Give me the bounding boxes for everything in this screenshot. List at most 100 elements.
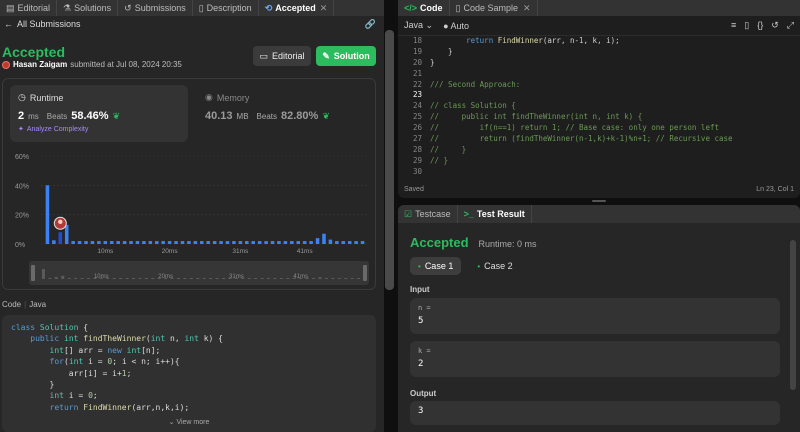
expand-icon[interactable]: ⤢: [787, 20, 794, 31]
histogram-bar[interactable]: [225, 241, 230, 244]
scrubber-left-handle[interactable]: [31, 265, 35, 281]
editor-line[interactable]: 21: [398, 69, 800, 80]
braces-icon[interactable]: {}: [757, 20, 763, 31]
editor-line[interactable]: 29 // }: [398, 156, 800, 167]
auto-mode[interactable]: ● Auto: [443, 21, 469, 31]
tab-submissions[interactable]: ↺ Submissions: [118, 0, 193, 16]
scrubber-right-handle[interactable]: [363, 265, 367, 281]
language-select[interactable]: Java ⌄: [404, 20, 433, 31]
histogram-bar[interactable]: [142, 241, 146, 244]
histogram-bar[interactable]: [347, 241, 352, 244]
histogram-bar[interactable]: [84, 241, 88, 244]
histogram-bar[interactable]: [77, 241, 82, 244]
histogram-bar[interactable]: [161, 241, 165, 244]
histogram-bar[interactable]: [90, 241, 95, 244]
case-1-tab[interactable]: • Case 1: [410, 257, 462, 275]
right-scrollbar[interactable]: [790, 240, 796, 390]
histogram-bar[interactable]: [154, 241, 159, 244]
histogram-bar[interactable]: [58, 232, 63, 244]
histogram-bar[interactable]: [135, 241, 140, 244]
tab-code[interactable]: </> Code: [398, 0, 450, 16]
chart-range-scrubber[interactable]: 10ms 20ms 31ms 41ms: [29, 261, 369, 285]
histogram-bar[interactable]: [328, 239, 333, 244]
editor-line[interactable]: 23: [398, 90, 800, 101]
tab-testcase[interactable]: ☑ Testcase: [398, 205, 458, 223]
bookmark-icon[interactable]: ▯: [744, 20, 749, 31]
editorial-button[interactable]: ▭ Editorial: [253, 46, 311, 66]
histogram-bar[interactable]: [277, 241, 281, 244]
histogram-bar[interactable]: [71, 241, 75, 244]
histogram-bar[interactable]: [212, 241, 217, 244]
histogram-bar[interactable]: [354, 241, 358, 244]
histogram-bar[interactable]: [64, 224, 69, 244]
histogram-bar[interactable]: [180, 241, 185, 244]
editor-line[interactable]: 24 // class Solution {: [398, 101, 800, 112]
histogram-bar[interactable]: [270, 241, 275, 244]
histogram-bar[interactable]: [296, 241, 301, 244]
histogram-bar[interactable]: [302, 241, 307, 244]
left-scrollbar[interactable]: [385, 30, 394, 290]
histogram-bar[interactable]: [341, 241, 346, 244]
runtime-card[interactable]: ◷ Runtime 2 ms Beats 58.46% ❦ ✦ Analyze Co…: [10, 85, 188, 142]
histogram-bar[interactable]: [315, 238, 320, 244]
histogram-bar[interactable]: [290, 241, 294, 244]
tab-solutions[interactable]: ⚗ Solutions: [57, 0, 119, 16]
tab-accepted[interactable]: ⟲ Accepted ✕: [259, 0, 335, 16]
reset-icon[interactable]: ↺: [771, 20, 779, 31]
histogram-bar[interactable]: [129, 241, 133, 244]
all-submissions-link[interactable]: ← All Submissions: [4, 19, 81, 29]
histogram-bar[interactable]: [206, 241, 210, 244]
editor-line[interactable]: 19 }: [398, 47, 800, 58]
menu-icon[interactable]: ≡: [731, 20, 736, 31]
histogram-bar[interactable]: [219, 241, 223, 244]
histogram-bar[interactable]: [193, 241, 198, 244]
editor-line[interactable]: 28 // }: [398, 145, 800, 156]
histogram-bar[interactable]: [251, 241, 256, 244]
tab-code-sample[interactable]: ▯ Code Sample ✕: [450, 0, 538, 16]
close-tab-icon[interactable]: ✕: [320, 3, 328, 14]
tab-description[interactable]: ▯ Description: [193, 0, 259, 16]
close-tab-icon[interactable]: ✕: [523, 3, 531, 14]
editor-line[interactable]: 20}: [398, 58, 800, 69]
histogram-bar[interactable]: [97, 241, 101, 244]
histogram-bar[interactable]: [238, 241, 243, 244]
histogram-bar[interactable]: [200, 241, 204, 244]
histogram-bar[interactable]: [103, 241, 108, 244]
histogram-bar[interactable]: [322, 233, 326, 244]
link-icon[interactable]: 🔗: [365, 19, 376, 30]
runtime-distribution-chart[interactable]: 0% 20% 40% 60% 10ms 20ms 31ms 41ms: [7, 150, 373, 254]
histogram-bar[interactable]: [148, 241, 153, 244]
solution-button[interactable]: ✎ Solution: [316, 46, 376, 66]
histogram-bar[interactable]: [122, 241, 127, 244]
submitter-name[interactable]: Hasan Zaigam: [13, 60, 67, 69]
analyze-complexity-link[interactable]: ✦ Analyze Complexity: [18, 125, 180, 134]
histogram-bar[interactable]: [335, 241, 339, 244]
histogram-bar[interactable]: [245, 241, 249, 244]
panel-splitter[interactable]: [398, 198, 800, 204]
editor-line[interactable]: 30: [398, 167, 800, 178]
histogram-bar[interactable]: [116, 241, 120, 244]
tab-editorial[interactable]: ▤ Editorial: [0, 0, 58, 16]
tab-test-result[interactable]: >_ Test Result: [458, 205, 532, 223]
histogram-bar[interactable]: [257, 241, 262, 244]
histogram-bar[interactable]: [109, 241, 114, 244]
memory-card[interactable]: ◉ Memory 40.13 MB Beats 82.80% ❦: [199, 85, 369, 142]
histogram-bar[interactable]: [283, 241, 288, 244]
histogram-bar[interactable]: [45, 185, 50, 244]
histogram-bar[interactable]: [187, 241, 191, 244]
avatar[interactable]: [2, 60, 10, 69]
histogram-bar[interactable]: [360, 241, 365, 244]
editor-line[interactable]: 18 return FindWinner(arr, n-1, k, i);: [398, 36, 800, 47]
editor-line[interactable]: 26 // if(n==1) return 1; // Base case: on…: [398, 123, 800, 134]
histogram-bar[interactable]: [167, 241, 172, 244]
editor-lines[interactable]: 18 return FindWinner(arr, n-1, k, i); 19 …: [398, 36, 800, 180]
histogram-bar[interactable]: [309, 241, 313, 244]
editor-line[interactable]: 27 // return (findTheWinner(n-1,k)+k-1)%n…: [398, 134, 800, 145]
view-more-button[interactable]: ⌄ View more: [2, 418, 376, 426]
editor-line[interactable]: 22 /// Second Approach:: [398, 80, 800, 91]
case-2-tab[interactable]: • Case 2: [469, 257, 520, 275]
histogram-bar[interactable]: [174, 241, 178, 244]
histogram-bar[interactable]: [52, 240, 56, 244]
histogram-bar[interactable]: [264, 241, 268, 244]
editor-line[interactable]: 25 // public int findTheWinner(int n, int…: [398, 112, 800, 123]
